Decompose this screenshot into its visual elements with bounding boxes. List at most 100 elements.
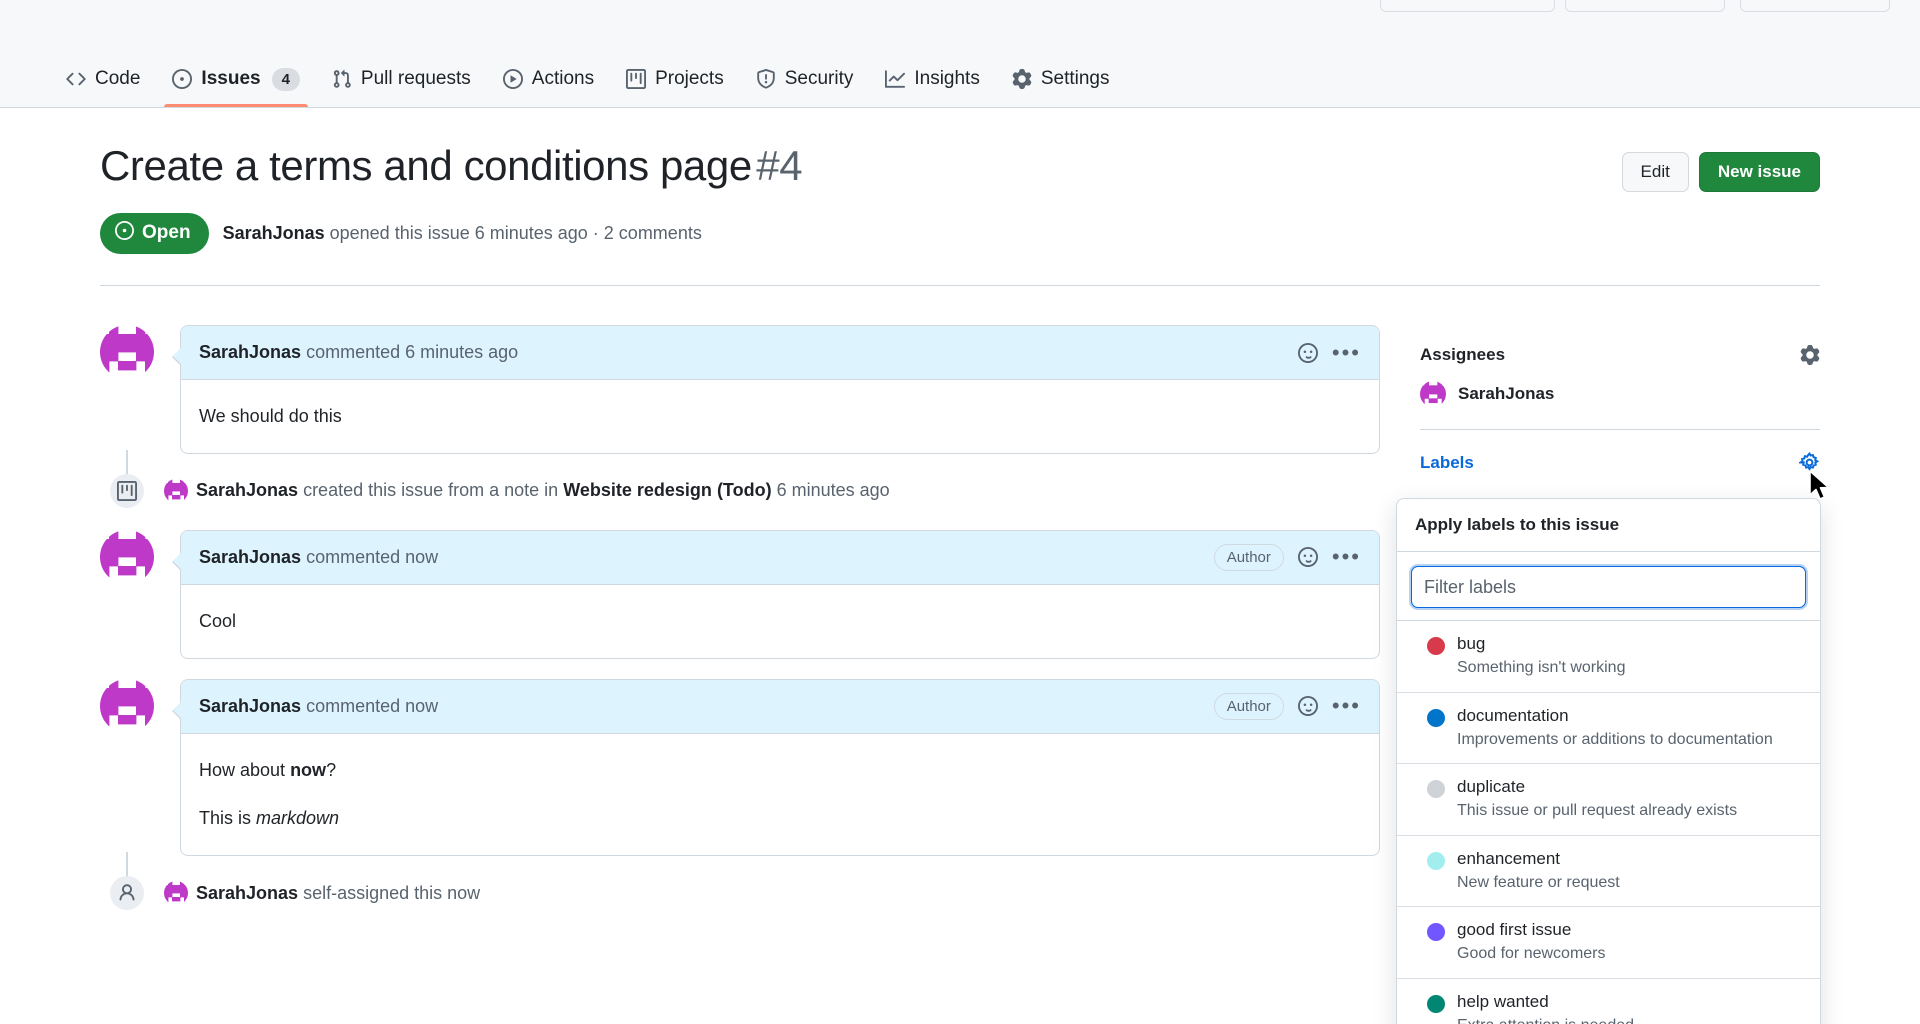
comment-text-bold: now bbox=[290, 759, 327, 780]
comment-header: SarahJonas commented now Author ••• bbox=[181, 530, 1379, 585]
comment-text: We should do this bbox=[199, 406, 342, 426]
author-badge: Author bbox=[1213, 692, 1284, 720]
issue-header: Create a terms and conditions page #4 Ed… bbox=[100, 140, 1820, 254]
label-option[interactable]: bug Something isn't working bbox=[1397, 621, 1820, 693]
graph-icon bbox=[885, 69, 906, 89]
issue-number: #4 bbox=[756, 142, 803, 189]
nav-tab-issues[interactable]: Issues 4 bbox=[156, 51, 316, 107]
label-description: Good for newcomers bbox=[1457, 945, 1606, 963]
event-author[interactable]: SarahJonas bbox=[196, 480, 298, 500]
nav-tab-label: Settings bbox=[1040, 68, 1110, 89]
nav-stub-b bbox=[1565, 0, 1725, 12]
code-icon bbox=[66, 69, 86, 89]
label-color-dot bbox=[1427, 994, 1445, 1013]
labels-popover: Apply labels to this issue bug Something … bbox=[1396, 498, 1821, 1024]
avatar[interactable] bbox=[100, 325, 154, 379]
comment-timestamp: commented 6 minutes ago bbox=[301, 342, 519, 362]
filter-labels-input[interactable] bbox=[1409, 564, 1808, 610]
comment-header: SarahJonas commented 6 minutes ago ••• bbox=[181, 326, 1379, 380]
assignee-item[interactable]: SarahJonas bbox=[1420, 381, 1820, 407]
smiley-icon[interactable] bbox=[1297, 342, 1318, 363]
avatar[interactable] bbox=[164, 478, 188, 503]
nav-stub-c bbox=[1740, 0, 1890, 12]
label-option[interactable]: help wanted Extra attention is needed bbox=[1397, 979, 1820, 1024]
edit-button[interactable]: Edit bbox=[1621, 152, 1689, 192]
assignees-title: Assignees bbox=[1420, 345, 1506, 364]
comment-timestamp: commented now bbox=[301, 695, 439, 716]
smiley-icon[interactable] bbox=[1297, 696, 1318, 717]
issue-header-actions: Edit New issue bbox=[1621, 140, 1820, 192]
nav-tab-label: Security bbox=[784, 68, 854, 89]
kebab-horizontal-icon[interactable]: ••• bbox=[1332, 341, 1361, 363]
kebab-horizontal-icon[interactable]: ••• bbox=[1332, 695, 1361, 717]
comment-paragraph: Cool bbox=[199, 607, 1361, 636]
comment-author[interactable]: SarahJonas bbox=[199, 342, 301, 362]
nav-tab-actions[interactable]: Actions bbox=[487, 51, 610, 107]
nav-tab-pull-requests[interactable]: Pull requests bbox=[316, 51, 487, 107]
gear-icon[interactable] bbox=[1800, 345, 1820, 365]
avatar bbox=[1420, 381, 1446, 407]
status-badge: Open bbox=[100, 212, 209, 254]
label-option[interactable]: documentation Improvements or additions t… bbox=[1397, 693, 1820, 765]
comment-paragraph: This is markdown bbox=[199, 804, 1361, 833]
issue-meta-rest: opened this issue 6 minutes ago · 2 comm… bbox=[324, 222, 702, 243]
smiley-icon[interactable] bbox=[1297, 547, 1318, 568]
label-description: Extra attention is needed bbox=[1457, 1015, 1634, 1024]
comment-body: We should do this bbox=[181, 380, 1379, 453]
comment-text: How about bbox=[199, 759, 291, 780]
new-issue-button[interactable]: New issue bbox=[1698, 152, 1820, 192]
comment-box: SarahJonas commented now Author ••• How abo… bbox=[172, 678, 1380, 857]
comment-byline: SarahJonas commented 6 minutes ago bbox=[199, 342, 518, 363]
label-name: good first issue bbox=[1457, 920, 1572, 940]
nav-tab-label: Actions bbox=[531, 68, 595, 89]
git-pull-request-icon bbox=[332, 69, 352, 89]
gear-icon[interactable] bbox=[1799, 452, 1820, 473]
timeline-event: SarahJonas self-assigned this now bbox=[100, 852, 1380, 911]
issue-opened-icon bbox=[172, 69, 193, 89]
comment-text: Cool bbox=[199, 610, 237, 631]
author-badge: Author bbox=[1213, 543, 1284, 571]
labels-title[interactable]: Labels bbox=[1420, 453, 1474, 473]
issue-sidebar: Assignees SarahJonas Labels bbox=[1420, 345, 1820, 489]
nav-tab-settings[interactable]: Settings bbox=[996, 51, 1126, 107]
timeline-comment: SarahJonas commented now Author ••• Cool bbox=[100, 529, 1380, 659]
issue-author[interactable]: SarahJonas bbox=[223, 223, 325, 243]
comment-byline: SarahJonas commented now bbox=[199, 547, 438, 568]
nav-tab-insights[interactable]: Insights bbox=[869, 51, 995, 107]
timeline-comment: SarahJonas commented now Author ••• How abo… bbox=[100, 678, 1380, 857]
issue-opened-icon bbox=[115, 220, 134, 246]
label-option[interactable]: enhancement New feature or request bbox=[1397, 836, 1820, 908]
avatar[interactable] bbox=[164, 881, 188, 906]
nav-tab-code[interactable]: Code bbox=[50, 51, 156, 107]
comment-header-actions: Author ••• bbox=[1213, 543, 1361, 571]
assignee-name: SarahJonas bbox=[1458, 384, 1555, 403]
avatar[interactable] bbox=[100, 529, 154, 584]
person-icon bbox=[110, 876, 144, 911]
header-divider bbox=[100, 285, 1820, 286]
project-icon bbox=[110, 473, 144, 508]
nav-stub-a bbox=[1380, 0, 1555, 12]
nav-tab-projects[interactable]: Projects bbox=[610, 51, 740, 107]
comment-header-actions: Author ••• bbox=[1213, 692, 1361, 720]
label-description: Improvements or additions to documentati… bbox=[1457, 730, 1773, 748]
event-column: (Todo) bbox=[716, 480, 772, 501]
event-project[interactable]: Website redesign bbox=[563, 480, 712, 500]
nav-tab-security[interactable]: Security bbox=[740, 51, 870, 107]
issue-meta-text: SarahJonas opened this issue 6 minutes a… bbox=[223, 223, 702, 244]
label-option[interactable]: good first issue Good for newcomers bbox=[1397, 907, 1820, 979]
comment-author[interactable]: SarahJonas bbox=[199, 547, 301, 567]
comment-box: SarahJonas commented 6 minutes ago ••• We … bbox=[172, 325, 1380, 454]
kebab-horizontal-icon[interactable]: ••• bbox=[1332, 546, 1361, 568]
labels-section: Labels bbox=[1420, 452, 1820, 473]
label-description: Something isn't working bbox=[1457, 659, 1626, 676]
comment-timestamp: commented now bbox=[301, 546, 439, 567]
comment-author[interactable]: SarahJonas bbox=[199, 696, 301, 716]
label-option[interactable]: duplicate This issue or pull request alre… bbox=[1397, 764, 1820, 836]
avatar[interactable] bbox=[100, 678, 154, 733]
event-author[interactable]: SarahJonas bbox=[196, 883, 298, 903]
github-issue-page: Code Issues 4 Pull requests Actions Projects S… bbox=[0, 0, 1920, 1024]
comment-box: SarahJonas commented now Author ••• Cool bbox=[172, 529, 1380, 659]
project-icon bbox=[626, 69, 647, 89]
labels-list: bug Something isn't working documentation I… bbox=[1397, 621, 1820, 1024]
timeline-event-text: SarahJonas self-assigned this now bbox=[164, 881, 480, 906]
